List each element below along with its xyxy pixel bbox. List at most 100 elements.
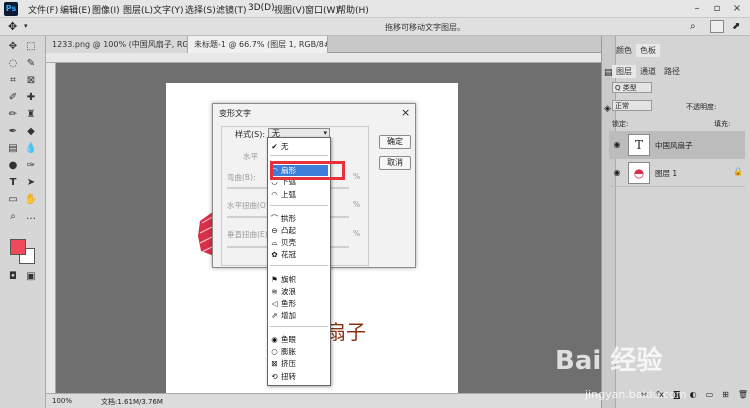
dropdown-item-arch[interactable]: ⌒ 拱形 bbox=[270, 213, 328, 224]
move-icon[interactable]: ✥ bbox=[6, 40, 20, 54]
menu-edit[interactable]: 编辑(E) bbox=[60, 3, 91, 16]
dropdown-item-flag[interactable]: ⚑ 旗帜 bbox=[270, 274, 328, 285]
menu-select[interactable]: 选择(S) bbox=[185, 3, 216, 16]
menu-help[interactable]: 帮助(H) bbox=[337, 3, 369, 16]
eye-icon[interactable]: ◉ bbox=[612, 168, 622, 178]
brush-icon[interactable]: ✏ bbox=[6, 108, 20, 122]
dropdown-item-fisheye[interactable]: ◉ 鱼眼 bbox=[270, 334, 328, 345]
horizontal-radio-label[interactable]: 水平 bbox=[243, 151, 258, 162]
dropdown-item-arc-upper[interactable]: ◠ 上弧 bbox=[270, 189, 328, 200]
dropdown-item-flower[interactable]: ✿ 花冠 bbox=[270, 249, 328, 260]
dropdown-item-rise[interactable]: ⇗ 增加 bbox=[270, 310, 328, 321]
close-icon[interactable]: × bbox=[730, 2, 744, 16]
cancel-button[interactable]: 取消 bbox=[379, 156, 411, 170]
search-icon[interactable]: ⌕ bbox=[690, 21, 696, 32]
hand-icon[interactable]: ✋ bbox=[24, 193, 38, 207]
blend-mode-select[interactable]: 正常 bbox=[612, 100, 652, 111]
dropdown-item-none[interactable]: ✔ 无 bbox=[270, 141, 328, 152]
text-layer-thumbnail-icon: T bbox=[628, 134, 650, 156]
type-tool-icon[interactable]: T bbox=[6, 176, 20, 190]
item-label: 挤压 bbox=[281, 359, 296, 368]
rectangle-icon[interactable]: ▭ bbox=[6, 193, 20, 207]
dropdown-item-fish[interactable]: ◁ 鱼形 bbox=[270, 298, 328, 309]
healing-icon[interactable]: ✚ bbox=[24, 91, 38, 105]
group-icon[interactable]: ▭ bbox=[706, 390, 714, 404]
frame-icon[interactable]: ⊠ bbox=[24, 74, 38, 88]
tab-layers[interactable]: 图层 bbox=[612, 65, 636, 78]
stamp-icon[interactable]: ♜ bbox=[24, 108, 38, 122]
lock-label: 锁定: bbox=[612, 120, 629, 128]
pen-icon[interactable]: ✑ bbox=[24, 159, 38, 173]
eraser-icon[interactable]: ◆ bbox=[24, 125, 38, 139]
dropdown-item-bulge[interactable]: ⊖ 凸起 bbox=[270, 225, 328, 236]
dropdown-item-wave[interactable]: ≋ 波浪 bbox=[270, 286, 328, 297]
dropdown-separator bbox=[270, 155, 328, 156]
item-label: 增加 bbox=[281, 311, 296, 320]
layer-row-image[interactable]: ◉ ◓ 图层 1 🔒 bbox=[609, 159, 745, 187]
style-label: 样式(S): bbox=[235, 130, 266, 139]
tab-label: 1233.png @ 100% (中国风扇子, RGB/8) * bbox=[52, 40, 188, 49]
tab-swatches[interactable]: 色板 bbox=[636, 44, 660, 57]
dropdown-item-shell[interactable]: ⌓ 贝壳 bbox=[270, 237, 328, 248]
lasso-icon[interactable]: ◌ bbox=[6, 57, 20, 71]
history-brush-icon[interactable]: ✒ bbox=[6, 125, 20, 139]
menu-layer[interactable]: 图层(L) bbox=[123, 3, 153, 16]
tab-channels[interactable]: 通道 bbox=[636, 65, 660, 78]
flag-icon: ⚑ bbox=[271, 275, 278, 284]
bend-label: 弯曲(B): bbox=[227, 173, 256, 182]
screen-mode-icon[interactable]: ▣ bbox=[24, 270, 38, 284]
menu-3d[interactable]: 3D(D) bbox=[248, 3, 275, 13]
eye-icon[interactable]: ◉ bbox=[612, 140, 622, 150]
vertical-distort-label: 垂直扭曲(E): bbox=[227, 230, 271, 239]
dropdown-item-twist[interactable]: ⟲ 扭转 bbox=[270, 371, 328, 382]
chevron-down-icon[interactable]: ▾ bbox=[24, 22, 28, 30]
maximize-icon[interactable]: ▫ bbox=[710, 2, 724, 16]
menu-bar: Ps 文件(F) 编辑(E) 图像(I) 图层(L) 文字(Y) 选择(S) 滤… bbox=[0, 0, 750, 18]
dropdown-item-inflate[interactable]: ○ 膨胀 bbox=[270, 346, 328, 357]
tab-document-1[interactable]: 1233.png @ 100% (中国风扇子, RGB/8) * × bbox=[46, 36, 188, 53]
adjustment-icon[interactable]: ◐ bbox=[690, 390, 697, 404]
horizontal-distort-label: 水平扭曲(O): bbox=[227, 201, 272, 210]
layers-stack-icon[interactable]: ◈ bbox=[604, 104, 611, 114]
marquee-icon[interactable]: ⬚ bbox=[24, 40, 38, 54]
path-select-icon[interactable]: ➤ bbox=[24, 176, 38, 190]
menu-image[interactable]: 图像(I) bbox=[92, 3, 120, 16]
menu-window[interactable]: 窗口(W) bbox=[305, 3, 339, 16]
item-label: 鱼形 bbox=[281, 299, 296, 308]
tab-paths[interactable]: 路径 bbox=[660, 65, 684, 78]
menu-view[interactable]: 视图(V) bbox=[274, 3, 305, 16]
menu-file[interactable]: 文件(F) bbox=[28, 3, 58, 16]
dodge-icon[interactable]: ● bbox=[6, 159, 20, 173]
new-layer-icon[interactable]: ⊞ bbox=[722, 390, 729, 404]
dialog-close-icon[interactable]: × bbox=[401, 106, 410, 119]
item-label: 无 bbox=[281, 142, 289, 151]
menu-filter[interactable]: 滤镜(T) bbox=[216, 3, 247, 16]
flower-icon: ✿ bbox=[271, 250, 278, 259]
status-bar: 100% 文档:1.61M/3.76M bbox=[46, 393, 601, 408]
zoom-level[interactable]: 100% bbox=[52, 397, 72, 405]
minimize-icon[interactable]: – bbox=[690, 2, 704, 16]
blur-icon[interactable]: 💧 bbox=[24, 142, 38, 156]
more-tools-icon[interactable]: … bbox=[24, 210, 38, 224]
layer-kind-filter[interactable]: Q 类型 bbox=[612, 82, 652, 93]
twist-icon: ⟲ bbox=[271, 372, 278, 381]
layer-name: 中国风扇子 bbox=[655, 141, 693, 150]
zoom-icon[interactable]: ⌕ bbox=[6, 210, 20, 224]
gradient-icon[interactable]: ▤ bbox=[6, 142, 20, 156]
share-icon[interactable]: ⬈ bbox=[732, 21, 740, 32]
tab-document-2[interactable]: 未标题-1 @ 66.7% (图层 1, RGB/8#) * × bbox=[188, 36, 328, 53]
layer-row-text[interactable]: ◉ T 中国风扇子 bbox=[609, 131, 745, 159]
workspace-icon[interactable] bbox=[710, 20, 724, 33]
crop-icon[interactable]: ⌗ bbox=[6, 74, 20, 88]
ok-button[interactable]: 确定 bbox=[379, 135, 411, 149]
foreground-color-swatch[interactable] bbox=[10, 239, 26, 255]
quick-mask-icon[interactable]: ◘ bbox=[6, 270, 20, 284]
dropdown-item-squeeze[interactable]: ⊠ 挤压 bbox=[270, 358, 328, 369]
trash-icon[interactable]: 🗑 bbox=[738, 390, 748, 404]
quick-select-icon[interactable]: ✎ bbox=[24, 57, 38, 71]
eyedropper-icon[interactable]: ✐ bbox=[6, 91, 20, 105]
menu-type[interactable]: 文字(Y) bbox=[153, 3, 184, 16]
dropdown-separator bbox=[270, 265, 328, 266]
move-tool-icon[interactable]: ✥ bbox=[8, 20, 17, 33]
tab-color[interactable]: 颜色 bbox=[612, 44, 636, 57]
